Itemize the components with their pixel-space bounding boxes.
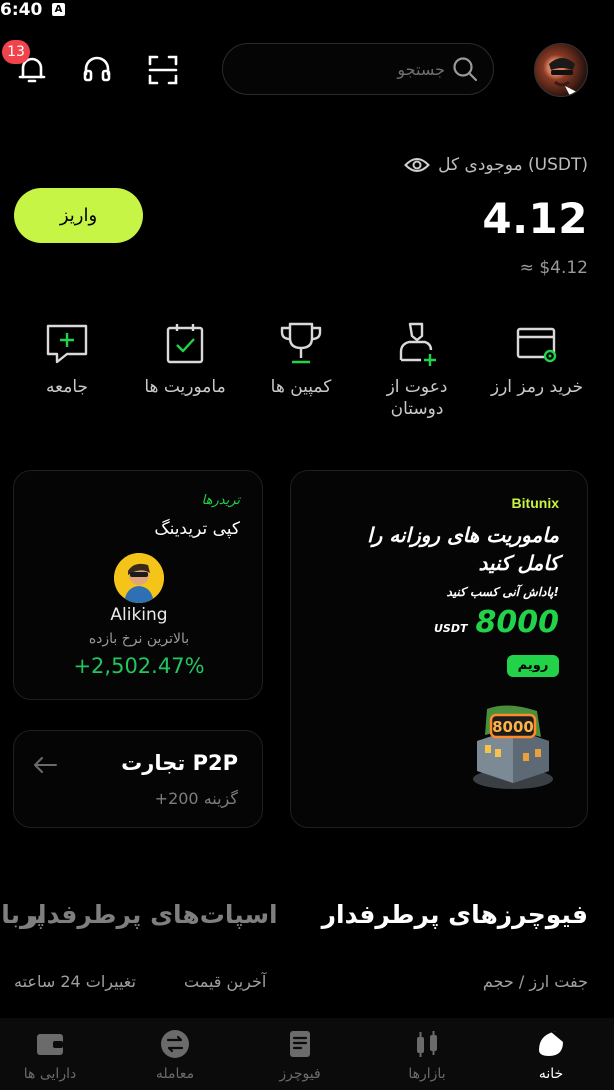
trophy-icon xyxy=(280,322,322,364)
promo-amount-row: USDT 8000 xyxy=(434,605,559,640)
quick-action-label: ماموریت ها xyxy=(144,377,226,397)
home-icon xyxy=(539,1031,563,1056)
balance-label-row[interactable]: موجودی کل (USDT) xyxy=(404,155,588,175)
copy-trading-card[interactable]: تریدرها کپی تریدینگ Aliking بالاترین نرخ… xyxy=(13,470,263,700)
headset-icon[interactable] xyxy=(77,50,117,90)
p2p-title: تجارت P2P xyxy=(121,751,238,775)
eye-icon[interactable] xyxy=(404,156,431,174)
copy-tag: تریدرها xyxy=(201,493,240,508)
trade-icon xyxy=(161,1030,189,1058)
notification-badge: 13 xyxy=(2,40,30,64)
copy-title: کپی تریدینگ xyxy=(154,519,240,539)
p2p-subtitle: +200 گزینه xyxy=(154,789,238,808)
nav-markets[interactable]: بازارها xyxy=(377,1028,477,1082)
promo-subtitle: پاداش آنی کسب کنید! xyxy=(446,585,559,599)
column-change-24h[interactable]: تغییرات 24 ساعته xyxy=(14,972,136,991)
promo-card[interactable]: Bitunix ماموریت های روزانه را کامل کنید … xyxy=(290,470,588,828)
status-indicator: A xyxy=(52,3,65,16)
markets-icon xyxy=(417,1031,437,1057)
nav-futures[interactable]: فیوچرز xyxy=(250,1028,350,1082)
add-user-icon xyxy=(399,322,436,366)
quick-action-buy-crypto[interactable]: خرید رمز ارز xyxy=(482,320,592,398)
balance-usd: ≈ $4.12 xyxy=(519,258,588,278)
nav-assets[interactable]: دارایی ها xyxy=(0,1028,100,1082)
quick-action-label: دعوت از دوستان xyxy=(386,377,448,419)
chat-icon xyxy=(46,324,88,364)
svg-text:8000: 8000 xyxy=(492,718,534,736)
promo-tag-button[interactable]: رویم xyxy=(507,655,559,677)
promo-unit: USDT xyxy=(434,622,468,635)
deposit-button[interactable]: واریز xyxy=(14,188,143,243)
nav-label: دارایی ها xyxy=(23,1066,77,1082)
trader-name: Aliking xyxy=(110,605,168,625)
market-tabs: اسپات‌های پرطرفدار فیوچرزهای پرطرفدار xyxy=(24,900,588,929)
quick-action-label: جامعه xyxy=(45,377,89,397)
promo-amount: 8000 xyxy=(475,605,560,640)
quick-action-campaigns[interactable]: کمپین ها xyxy=(246,320,356,398)
quick-action-missions[interactable]: ماموریت ها xyxy=(130,320,240,398)
promo-title: ماموریت های روزانه را کامل کنید xyxy=(367,523,559,575)
quick-action-invite-friends[interactable]: دعوت از دوستان xyxy=(362,320,472,420)
balance-value: 4.12 xyxy=(482,194,588,243)
search-placeholder: جستجو xyxy=(397,59,445,79)
nav-trade[interactable]: معامله xyxy=(125,1028,225,1082)
nav-home[interactable]: خانه xyxy=(501,1028,601,1082)
tab-more-label: پربا xyxy=(1,900,45,929)
tab-more-clipped[interactable]: پربا xyxy=(0,895,45,941)
wallet-icon xyxy=(37,1034,63,1055)
nav-label: معامله xyxy=(155,1066,195,1082)
nav-label: خانه xyxy=(538,1066,564,1082)
tab-trending-futures[interactable]: فیوچرزهای پرطرفدار xyxy=(322,900,588,929)
search-icon xyxy=(453,57,478,82)
nav-label: بازارها xyxy=(408,1066,446,1082)
quick-action-label: کمپین ها xyxy=(270,377,332,397)
task-icon xyxy=(166,324,204,364)
scan-icon[interactable] xyxy=(143,50,183,90)
status-time: 6:40 xyxy=(0,0,43,20)
quick-action-label: خرید رمز ارز xyxy=(490,377,584,397)
quick-action-community[interactable]: جامعه xyxy=(12,320,122,398)
arrow-left-icon xyxy=(34,757,57,773)
card-icon xyxy=(516,327,557,363)
search-input[interactable]: جستجو xyxy=(222,43,494,95)
balance-label: موجودی کل (USDT) xyxy=(438,155,588,175)
avatar[interactable] xyxy=(534,43,588,97)
trader-metric-label: بالاترین نرخ بازده xyxy=(88,631,190,647)
promo-building-image: 8000 xyxy=(473,705,553,789)
column-pair-volume[interactable]: جفت ارز / حجم xyxy=(483,972,588,991)
column-last-price[interactable]: آخرین قیمت xyxy=(184,972,266,991)
p2p-card[interactable]: تجارت P2P +200 گزینه xyxy=(13,730,263,828)
promo-brand: Bitunix xyxy=(511,495,559,511)
trader-avatar xyxy=(114,553,164,603)
futures-icon xyxy=(290,1031,310,1057)
trader-roi: +2,502.47% xyxy=(73,654,205,678)
nav-label: فیوچرز xyxy=(279,1066,321,1082)
tab-trending-spot[interactable]: اسپات‌های پرطرفدار xyxy=(24,900,278,929)
